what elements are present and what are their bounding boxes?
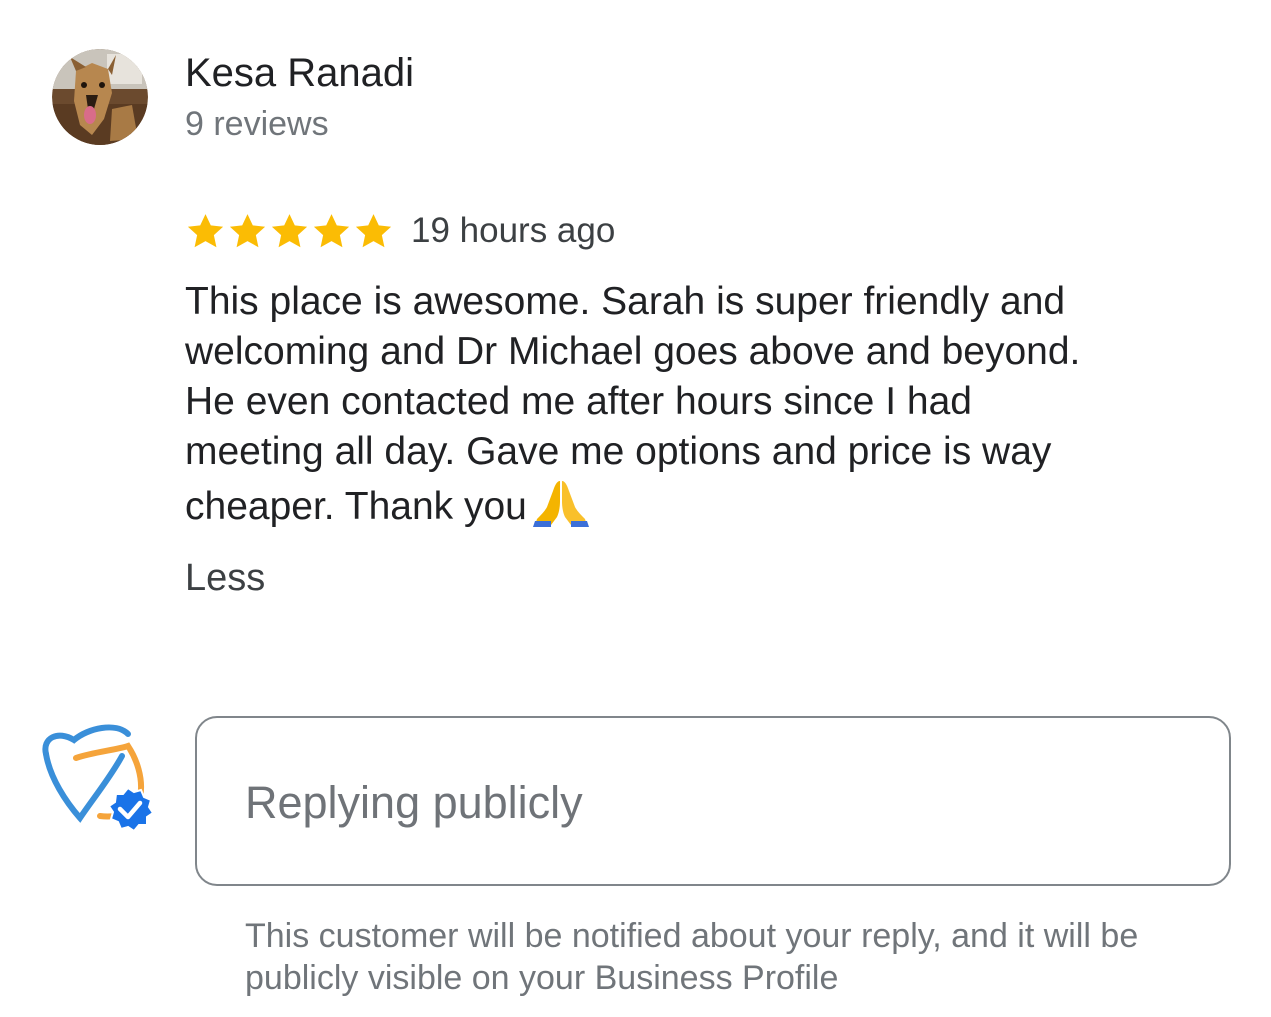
star-icon	[271, 213, 308, 247]
star-icon	[355, 213, 392, 247]
star-icon	[313, 213, 350, 247]
reviewer-avatar[interactable]	[52, 49, 148, 145]
review-text-line: meeting all day. Gave me options and pri…	[185, 430, 1052, 473]
review-text-line: This place is awesome. Sarah is super fr…	[185, 280, 1066, 323]
star-icon	[229, 213, 266, 247]
reply-input-container[interactable]	[195, 716, 1231, 886]
star-rating	[185, 211, 395, 252]
reply-input[interactable]	[245, 768, 1185, 838]
star-icon	[187, 213, 224, 247]
reviewer-name[interactable]: Kesa Ranadi	[185, 50, 414, 96]
review-text: This place is awesome. Sarah is super fr…	[185, 277, 1235, 532]
reply-disclaimer: This customer will be notified about you…	[245, 917, 1139, 997]
review-text-line: welcoming and Dr Michael goes above and …	[185, 330, 1081, 373]
verified-badge-icon	[107, 786, 155, 833]
review-time: 19 hours ago	[411, 211, 616, 250]
folded-hands-icon	[532, 481, 589, 527]
review-text-line-last: cheaper. Thank you	[185, 477, 1235, 532]
reviewer-review-count: 9 reviews	[185, 105, 329, 143]
review-text-line: cheaper. Thank you	[185, 485, 527, 528]
business-logo	[36, 716, 156, 833]
dog-photo-avatar	[52, 49, 148, 145]
less-link[interactable]: Less	[185, 555, 265, 601]
rating-row: 19 hours ago	[185, 208, 615, 254]
review-text-line: He even contacted me after hours since I…	[185, 380, 972, 423]
